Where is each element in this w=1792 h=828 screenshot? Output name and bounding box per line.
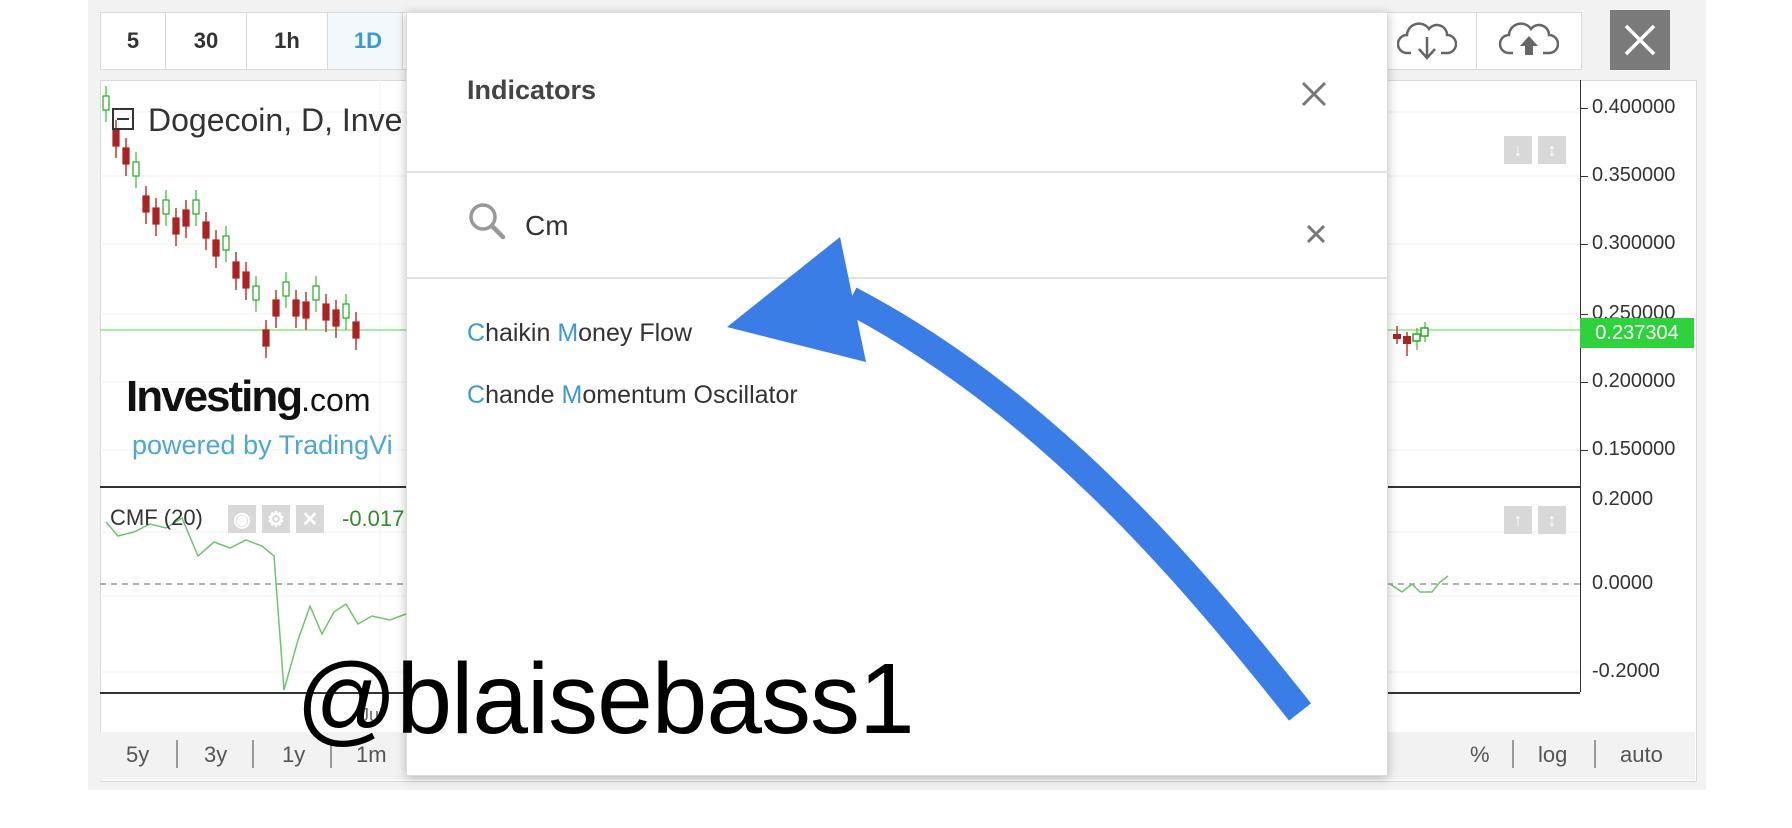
annotation-arrow [727, 237, 1311, 721]
arrow-shaft [843, 287, 1311, 721]
arrow-head [727, 237, 866, 362]
